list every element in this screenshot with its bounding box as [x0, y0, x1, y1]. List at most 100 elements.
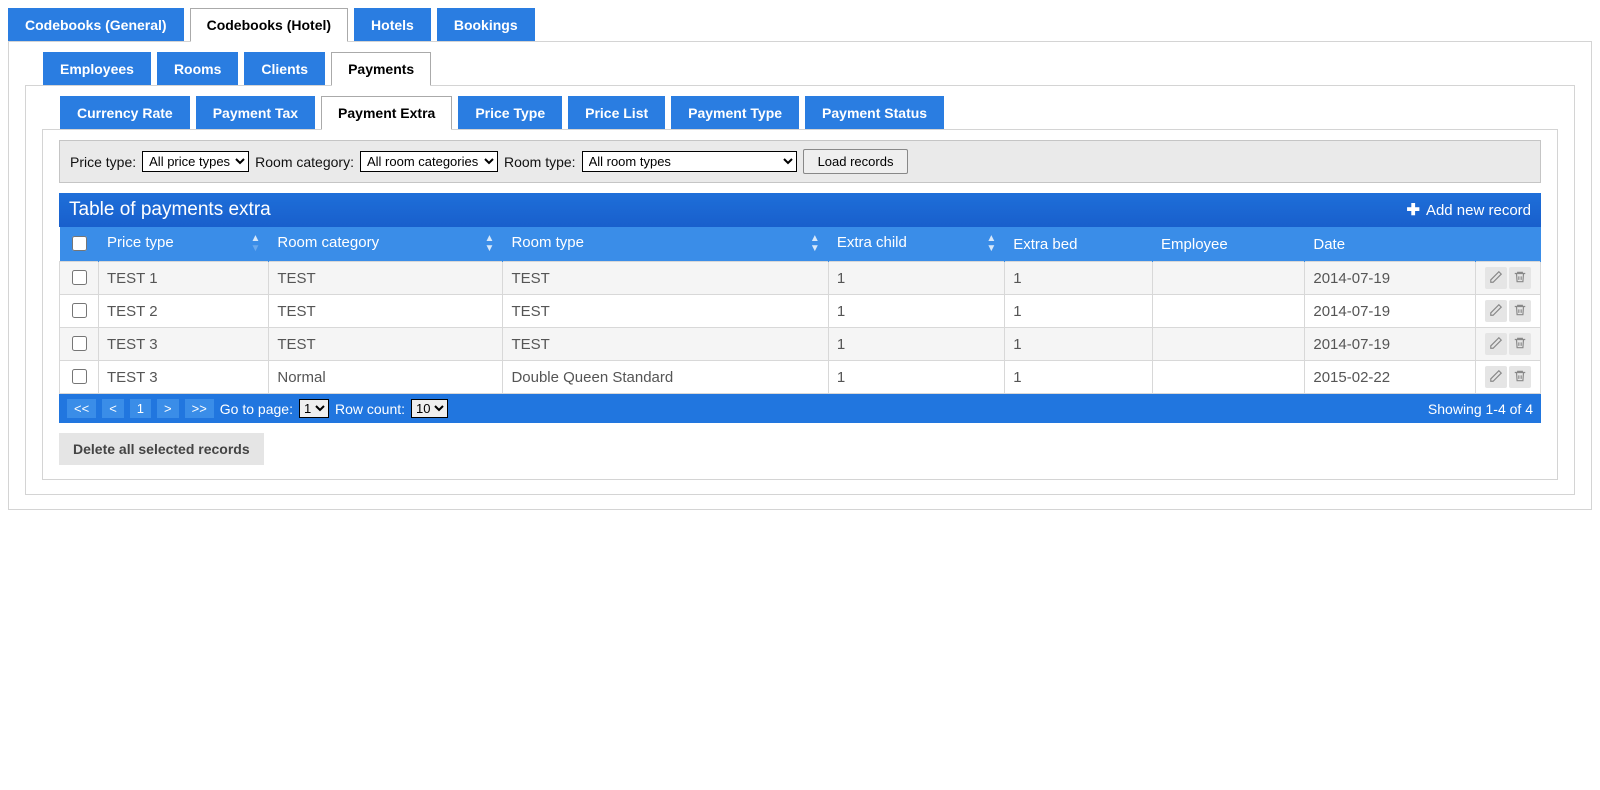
price-type-label: Price type:	[70, 154, 136, 170]
page-next-button[interactable]: >	[157, 399, 179, 418]
payment-tab-strip: Currency RatePayment TaxPayment ExtraPri…	[60, 96, 1558, 130]
table-row: TEST 2TESTTEST112014-07-19	[60, 295, 1541, 328]
cell-room-category: TEST	[269, 295, 503, 328]
cell-room-type: TEST	[503, 295, 828, 328]
price-type-select[interactable]: All price types	[142, 151, 249, 172]
cell-employee	[1153, 262, 1305, 295]
cell-extra-bed: 1	[1005, 295, 1153, 328]
table-row: TEST 1TESTTEST112014-07-19	[60, 262, 1541, 295]
cell-room-type: TEST	[503, 328, 828, 361]
sort-icon: ▲▼	[810, 234, 820, 254]
goto-page-select[interactable]: 1	[299, 399, 329, 418]
table-title: Table of payments extra	[69, 199, 271, 221]
cell-room-category: Normal	[269, 361, 503, 394]
room-category-select[interactable]: All room categories	[360, 151, 498, 172]
row-checkbox[interactable]	[72, 336, 87, 351]
row-checkbox[interactable]	[72, 369, 87, 384]
cell-room-category: TEST	[269, 328, 503, 361]
sub-tab-panel: Currency RatePayment TaxPayment ExtraPri…	[25, 85, 1575, 495]
delete-button[interactable]	[1509, 333, 1531, 355]
sort-icon: ▲▼	[986, 234, 996, 254]
edit-button[interactable]	[1485, 300, 1507, 322]
cell-room-type: TEST	[503, 262, 828, 295]
page-current-button[interactable]: 1	[130, 399, 151, 418]
col-header-4: Extra bed	[1005, 227, 1153, 262]
payment-tab-2[interactable]: Payment Extra	[321, 96, 452, 130]
top-tab-panel: EmployeesRoomsClientsPayments Currency R…	[8, 41, 1592, 510]
cell-extra-child: 1	[828, 328, 1004, 361]
add-record-label: Add new record	[1426, 202, 1531, 219]
page-last-button[interactable]: >>	[185, 399, 214, 418]
cell-price-type: TEST 1	[99, 262, 269, 295]
delete-button[interactable]	[1509, 366, 1531, 388]
sub-tab-3[interactable]: Payments	[331, 52, 431, 86]
payment-tab-panel: Price type: All price types Room categor…	[42, 129, 1558, 480]
add-record-button[interactable]: ✚ Add new record	[1407, 200, 1531, 220]
delete-selected-button[interactable]: Delete all selected records	[59, 433, 264, 465]
load-records-button[interactable]: Load records	[803, 149, 909, 174]
col-header-3[interactable]: Extra child▲▼	[828, 227, 1004, 262]
cell-price-type: TEST 2	[99, 295, 269, 328]
payment-tab-6[interactable]: Payment Status	[805, 96, 944, 130]
cell-extra-bed: 1	[1005, 262, 1153, 295]
cell-extra-bed: 1	[1005, 328, 1153, 361]
edit-button[interactable]	[1485, 267, 1507, 289]
cell-date: 2015-02-22	[1305, 361, 1476, 394]
select-all-header[interactable]	[60, 227, 99, 262]
col-header-0[interactable]: Price type▲▼	[99, 227, 269, 262]
top-tab-3[interactable]: Bookings	[437, 8, 535, 42]
payment-tab-1[interactable]: Payment Tax	[196, 96, 315, 130]
trash-icon	[1513, 303, 1527, 320]
showing-label: Showing 1-4 of 4	[1428, 401, 1533, 417]
edit-icon	[1489, 270, 1503, 287]
top-tab-2[interactable]: Hotels	[354, 8, 431, 42]
page-prev-button[interactable]: <	[102, 399, 124, 418]
trash-icon	[1513, 270, 1527, 287]
delete-button[interactable]	[1509, 267, 1531, 289]
payment-tab-5[interactable]: Payment Type	[671, 96, 799, 130]
edit-button[interactable]	[1485, 333, 1507, 355]
sub-tab-1[interactable]: Rooms	[157, 52, 238, 86]
cell-price-type: TEST 3	[99, 328, 269, 361]
cell-extra-bed: 1	[1005, 361, 1153, 394]
row-checkbox[interactable]	[72, 270, 87, 285]
delete-button[interactable]	[1509, 300, 1531, 322]
data-table: Price type▲▼Room category▲▼Room type▲▼Ex…	[59, 227, 1541, 394]
goto-page-label: Go to page:	[220, 401, 293, 417]
row-checkbox[interactable]	[72, 303, 87, 318]
sort-icon: ▲▼	[250, 234, 260, 254]
cell-extra-child: 1	[828, 262, 1004, 295]
edit-button[interactable]	[1485, 366, 1507, 388]
payment-tab-3[interactable]: Price Type	[458, 96, 562, 130]
top-tab-strip: Codebooks (General)Codebooks (Hotel)Hote…	[8, 8, 1592, 42]
cell-extra-child: 1	[828, 361, 1004, 394]
payment-tab-4[interactable]: Price List	[568, 96, 665, 130]
top-tab-0[interactable]: Codebooks (General)	[8, 8, 184, 42]
col-header-5: Employee	[1153, 227, 1305, 262]
cell-room-category: TEST	[269, 262, 503, 295]
payment-tab-0[interactable]: Currency Rate	[60, 96, 190, 130]
cell-employee	[1153, 295, 1305, 328]
room-type-label: Room type:	[504, 154, 576, 170]
room-type-select[interactable]: All room types	[582, 151, 797, 172]
col-header-1[interactable]: Room category▲▼	[269, 227, 503, 262]
table-row: TEST 3NormalDouble Queen Standard112015-…	[60, 361, 1541, 394]
edit-icon	[1489, 303, 1503, 320]
edit-icon	[1489, 336, 1503, 353]
row-count-select[interactable]: 10	[411, 399, 448, 418]
sub-tab-0[interactable]: Employees	[43, 52, 151, 86]
col-header-6: Date	[1305, 227, 1476, 262]
filter-bar: Price type: All price types Room categor…	[59, 140, 1541, 183]
sub-tab-2[interactable]: Clients	[244, 52, 325, 86]
pager-bar: << < 1 > >> Go to page: 1 Row count: 10	[59, 394, 1541, 423]
top-tab-1[interactable]: Codebooks (Hotel)	[190, 8, 348, 42]
col-header-2[interactable]: Room type▲▼	[503, 227, 828, 262]
select-all-checkbox[interactable]	[72, 236, 87, 251]
row-count-label: Row count:	[335, 401, 405, 417]
edit-icon	[1489, 369, 1503, 386]
trash-icon	[1513, 336, 1527, 353]
page-first-button[interactable]: <<	[67, 399, 96, 418]
cell-date: 2014-07-19	[1305, 328, 1476, 361]
cell-employee	[1153, 328, 1305, 361]
sub-tab-strip: EmployeesRoomsClientsPayments	[43, 52, 1575, 86]
